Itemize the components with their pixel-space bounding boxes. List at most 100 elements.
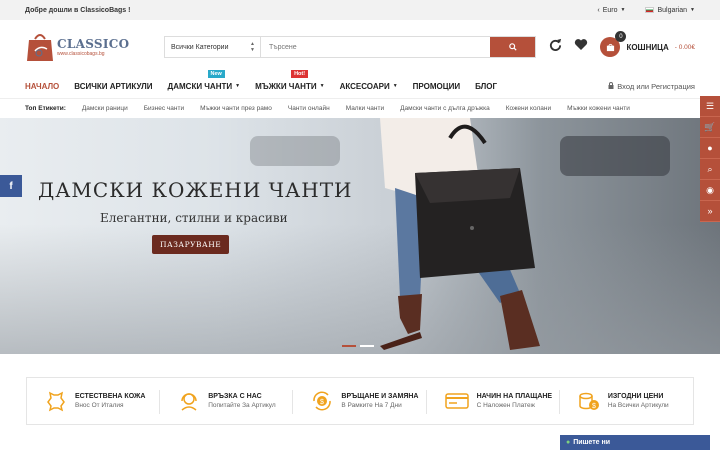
top-tags-bar: Топ Етикети: Дамски раници Бизнес чанти … [0,98,720,118]
login-link[interactable]: Вход или Регистрация [608,82,695,91]
nav-item-accessories[interactable]: АКСЕСОАРИ ▼ [340,82,398,91]
feature-title: ЕСТЕСТВЕНА КОЖА [75,393,146,400]
scroll-top-icon[interactable]: » [700,201,720,222]
shopping-bag-icon: 0 [600,31,627,57]
compare-icon[interactable] [549,38,562,56]
chevron-down-icon: ▼ [235,83,241,89]
support-headset-icon [181,393,197,411]
nav-label: ВСИЧКИ АРТИКУЛИ [74,81,153,91]
menu-list-icon[interactable]: ☰ [700,96,720,117]
slider-dot[interactable] [342,345,356,347]
feature-title: ИЗГОДНИ ЦЕНИ [607,393,664,400]
new-badge: New [207,69,225,78]
cart-count-badge: 0 [615,31,627,42]
tag-link[interactable]: Дамски чанти с дълга дръжка [400,105,490,112]
cart-label: КОШНИЦА [626,42,669,52]
tag-link[interactable]: Дамски раници [82,105,128,112]
search-bar: Всички Категории ▲ ▼ [164,36,536,58]
tag-link[interactable]: Кожени колани [506,105,551,112]
search-category-select[interactable]: Всички Категории ▲ ▼ [165,37,261,57]
chevron-down-icon: ▼ [690,7,695,13]
bag-logo-icon [25,31,55,63]
main-nav: НАЧАЛО ВСИЧКИ АРТИКУЛИ New ДАМСКИ ЧАНТИ ▼… [0,69,720,98]
language-selector[interactable]: Bulgarian ▼ [645,7,695,14]
search-button[interactable] [490,37,535,57]
leather-hide-icon [47,391,65,412]
slider-dots [342,345,374,347]
feature-item: $ ВРЪЩАНЕ И ЗАМЯНА В Рамките На 7 Дни [293,378,427,424]
feature-title: ВРЪЗКА С НАС [208,393,262,400]
tag-link[interactable]: Малки чанти [346,105,384,112]
feature-subtitle: В Рамките На 7 Дни [341,402,402,409]
chat-dot-icon: ● [566,439,571,446]
logo-brand: CLASSICO [57,37,130,51]
money-return-icon: $ [313,391,332,411]
hot-badge: Hot! [291,69,309,78]
top-bar: Добре дошли в ClassicoBags ! ‹ Euro ▼ Bu… [0,0,720,20]
model-with-handbag-image [380,118,540,350]
user-icon[interactable]: ● [700,138,720,159]
chat-label: Пишете ни [573,439,611,446]
shop-now-button[interactable]: ПАЗАРУВАНЕ [152,235,230,254]
cart-icon[interactable]: 🛒 [700,117,720,138]
nav-item-womens-bags[interactable]: New ДАМСКИ ЧАНТИ ▼ [167,69,241,91]
feature-item: НАЧИН НА ПЛАЩАНЕ С Наложен Платеж [427,378,561,424]
svg-text:$: $ [592,403,596,410]
wishlist-heart-icon[interactable] [574,38,588,56]
nav-label: НАЧАЛО [25,81,60,91]
hero-title: ДАМСКИ КОЖЕНИ ЧАНТИ [38,178,353,202]
search-icon [508,43,517,51]
nav-item-all-products[interactable]: ВСИЧКИ АРТИКУЛИ [74,82,152,91]
header: CLASSICO www.classicobags.bg Всички Кате… [0,20,720,74]
nav-label: БЛОГ [475,81,498,91]
hero-banner[interactable]: ДАМСКИ КОЖЕНИ ЧАНТИ Елегантни, стилни и … [0,118,720,354]
background-car-image [250,136,340,166]
feature-subtitle: Внос От Италия [75,402,124,409]
tags-label: Топ Етикети: [25,105,66,112]
hero-subtitle: Елегантни, стилни и красиви [100,211,288,225]
language-label: Bulgarian [657,6,688,14]
feature-subtitle: С Наложен Платеж [476,402,535,409]
feature-subtitle: На Всички Артикули [607,402,669,409]
bulgaria-flag-icon [645,7,655,13]
coins-icon: $ [579,392,599,410]
payment-card-icon [444,393,469,409]
tag-link[interactable]: Бизнес чанти [144,105,184,112]
feature-title: НАЧИН НА ПЛАЩАНЕ [476,393,553,400]
side-quick-menu: ☰ 🛒 ● ⌕ ◉ » [700,96,720,222]
chat-widget[interactable]: ● Пишете ни [560,435,710,450]
feature-subtitle: Попитайте За Артикул [208,402,276,409]
nav-item-promotions[interactable]: ПРОМОЦИИ [413,82,460,91]
nav-item-mens-bags[interactable]: Hot! МЪЖКИ ЧАНТИ ▼ [255,69,325,91]
search-icon[interactable]: ⌕ [700,159,720,180]
cart-button[interactable]: 0 КОШНИЦА - 0.00€ [600,31,695,57]
tag-link[interactable]: Чанти онлайн [288,105,330,112]
feature-item: ЕСТЕСТВЕНА КОЖА Внос От Италия [27,378,161,424]
feature-item: $ ИЗГОДНИ ЦЕНИ На Всички Артикули [560,378,693,424]
nav-label: АКСЕСОАРИ [339,81,390,91]
chevron-down-icon: ▼ [620,7,626,13]
facebook-icon[interactable]: f [0,175,22,197]
login-label: Вход или Регистрация [617,81,695,91]
nav-label: ПРОМОЦИИ [412,81,461,91]
tag-link[interactable]: Мъжки кожени чанти [567,105,630,112]
currency-selector[interactable]: ‹ Euro ▼ [597,7,625,14]
logo-url: www.classicobags.bg [57,51,105,57]
currency-icon: ‹ [597,6,600,14]
nav-item-home[interactable]: НАЧАЛО [25,82,59,91]
nav-label: МЪЖКИ ЧАНТИ [255,81,317,91]
nav-item-blog[interactable]: БЛОГ [475,82,497,91]
cart-total: - 0.00€ [674,43,695,51]
chevron-down-icon: ▼ [392,83,398,89]
search-category-label: Всички Категории [171,43,229,51]
slider-dot[interactable] [360,345,374,347]
logo[interactable]: CLASSICO www.classicobags.bg [25,31,137,63]
search-input[interactable] [261,37,490,57]
chevron-down-icon: ▲ ▼ [250,41,255,53]
feature-item: ВРЪЗКА С НАС Попитайте За Артикул [160,378,294,424]
nav-label: ДАМСКИ ЧАНТИ [167,81,233,91]
currency-label: Euro [602,6,618,14]
tag-link[interactable]: Мъжки чанти през рамо [200,105,272,112]
welcome-text: Добре дошли в ClassicoBags ! [25,6,131,14]
eye-icon[interactable]: ◉ [700,180,720,201]
